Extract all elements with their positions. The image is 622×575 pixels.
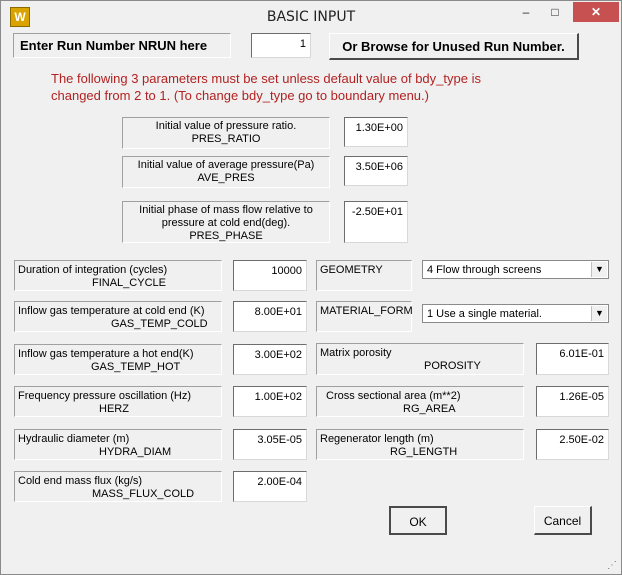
mass-flux-cold-desc: Cold end mass flux (kg/s) [18,475,143,487]
pres-ratio-input[interactable]: 1.30E+00 [344,117,408,147]
material-form-name: MATERIAL_FORM [320,305,413,317]
notice-line-2: changed from 2 to 1. (To change bdy_type… [51,88,429,103]
gas-temp-cold-input[interactable]: 8.00E+01 [233,301,307,332]
rg-length-input[interactable]: 2.50E-02 [536,429,609,460]
cancel-button[interactable]: Cancel [534,506,592,535]
material-form-selected: 1 Use a single material. [427,308,542,320]
ok-button-label: OK [409,515,427,529]
minimize-button[interactable]: – [513,2,539,22]
title-bar: W BASIC INPUT – □ ✕ [1,1,621,31]
hydra-diam-desc: Hydraulic diameter (m) [18,433,130,445]
gas-temp-cold-name: GAS_TEMP_COLD [111,318,208,330]
pres-phase-desc-2: pressure at cold end(deg). [161,217,291,229]
rg-length-desc: Regenerator length (m) [320,433,434,445]
herz-desc: Frequency pressure oscillation (Hz) [18,390,192,402]
hydra-diam-input[interactable]: 3.05E-05 [233,429,307,460]
mass-flux-cold-name: MASS_FLUX_COLD [92,488,195,500]
gas-temp-cold-label: Inflow gas temperature at cold end (K) G… [14,301,222,332]
porosity-label: Matrix porosity POROSITY [316,343,524,375]
chevron-down-icon[interactable]: ▼ [591,262,607,277]
gas-temp-cold-desc: Inflow gas temperature at cold end (K) [18,305,205,317]
pres-phase-desc-1: Initial phase of mass flow relative to [139,204,313,216]
porosity-name: POROSITY [424,360,481,372]
final-cycle-desc: Duration of integration (cycles) [18,264,168,276]
gas-temp-hot-input[interactable]: 3.00E+02 [233,344,307,375]
herz-name: HERZ [99,403,129,415]
pres-ratio-desc: Initial value of pressure ratio. [155,120,297,132]
ave-pres-label: Initial value of average pressure(Pa) AV… [122,156,330,188]
notice-line-1: The following 3 parameters must be set u… [51,71,481,86]
mass-flux-cold-label: Cold end mass flux (kg/s) MASS_FLUX_COLD [14,471,222,502]
chevron-down-icon[interactable]: ▼ [591,306,607,321]
gas-temp-hot-label: Inflow gas temperature a hot end(K) GAS_… [14,344,222,375]
cancel-button-label: Cancel [543,514,582,528]
resize-grip-icon[interactable]: ⋰ [607,560,619,572]
geometry-selected: 4 Flow through screens [427,264,542,276]
basic-input-window: W BASIC INPUT – □ ✕ Enter Run Number NRU… [0,0,622,575]
pres-ratio-name: PRES_RATIO [191,133,261,145]
nrun-label: Enter Run Number NRUN here [13,33,231,58]
hydra-diam-name: HYDRA_DIAM [99,446,172,458]
maximize-button[interactable]: □ [542,2,568,22]
final-cycle-label: Duration of integration (cycles) FINAL_C… [14,260,222,291]
pres-phase-name: PRES_PHASE [189,230,263,242]
rg-length-name: RG_LENGTH [390,446,458,458]
close-button[interactable]: ✕ [573,2,619,22]
ave-pres-desc: Initial value of average pressure(Pa) [137,159,315,171]
rg-area-input[interactable]: 1.26E-05 [536,386,609,417]
herz-label: Frequency pressure oscillation (Hz) HERZ [14,386,222,417]
gas-temp-hot-name: GAS_TEMP_HOT [91,361,181,373]
hydra-diam-label: Hydraulic diameter (m) HYDRA_DIAM [14,429,222,460]
gas-temp-hot-desc: Inflow gas temperature a hot end(K) [18,348,194,360]
browse-unused-run-button[interactable]: Or Browse for Unused Run Number. [329,33,579,60]
final-cycle-input[interactable]: 10000 [233,260,307,291]
final-cycle-name: FINAL_CYCLE [92,277,166,289]
geometry-label: GEOMETRY [316,260,412,291]
pres-phase-label: Initial phase of mass flow relative to p… [122,201,330,243]
geometry-select[interactable]: 4 Flow through screens ▼ [422,260,609,279]
mass-flux-cold-input[interactable]: 2.00E-04 [233,471,307,502]
nrun-input[interactable]: 1 [251,33,311,58]
rg-area-name: RG_AREA [403,403,456,415]
rg-area-desc: Cross sectional area (m**2) [326,390,461,402]
pres-phase-input[interactable]: -2.50E+01 [344,201,408,243]
herz-input[interactable]: 1.00E+02 [233,386,307,417]
geometry-name: GEOMETRY [320,264,383,276]
rg-length-label: Regenerator length (m) RG_LENGTH [316,429,524,460]
browse-button-label: Or Browse for Unused Run Number. [342,39,565,54]
material-form-select[interactable]: 1 Use a single material. ▼ [422,304,609,323]
ave-pres-name: AVE_PRES [197,172,255,184]
porosity-desc: Matrix porosity [320,347,392,359]
ok-button[interactable]: OK [389,506,447,535]
material-form-label: MATERIAL_FORM [316,301,413,332]
porosity-input[interactable]: 6.01E-01 [536,343,609,375]
rg-area-label: Cross sectional area (m**2) RG_AREA [316,386,524,417]
nrun-label-text: Enter Run Number NRUN here [20,38,208,53]
ave-pres-input[interactable]: 3.50E+06 [344,156,408,186]
pres-ratio-label: Initial value of pressure ratio. PRES_RA… [122,117,330,149]
